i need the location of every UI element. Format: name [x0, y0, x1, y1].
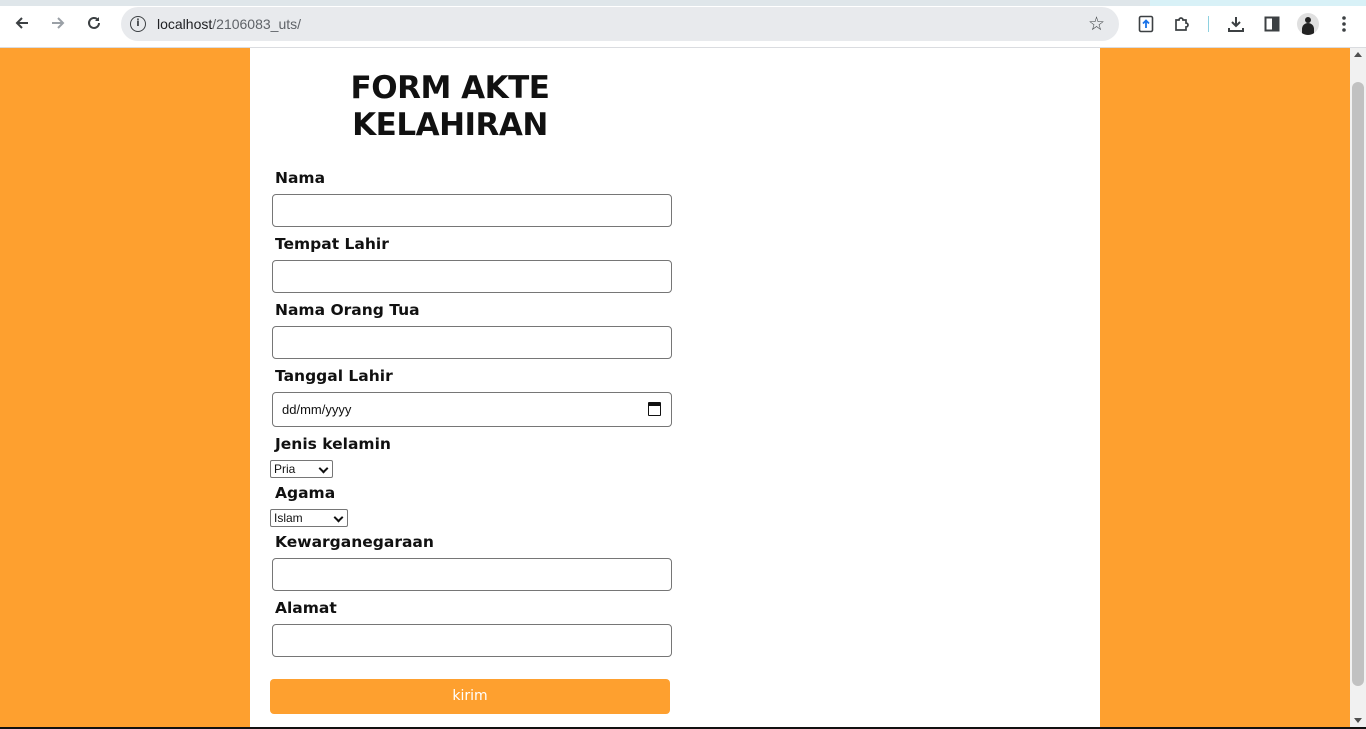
kewarganegaraan-input[interactable] [272, 558, 672, 591]
nama-orang-tua-input[interactable] [272, 326, 672, 359]
page-viewport: FORM AKTE KELAHIRAN Nama Tempat Lahir Na… [0, 48, 1350, 727]
url-host: localhost [157, 16, 213, 32]
chevron-down-icon [318, 463, 329, 474]
title-line-1: FORM AKTE [350, 70, 550, 106]
calendar-icon[interactable] [648, 402, 661, 416]
url-path: /2106083_uts/ [212, 16, 302, 32]
nama-label: Nama [275, 169, 326, 187]
toolbar-separator [1208, 16, 1209, 32]
jenis-kelamin-select[interactable]: Pria [270, 460, 333, 478]
avatar-icon[interactable] [1297, 13, 1319, 35]
vertical-scrollbar[interactable] [1350, 48, 1366, 727]
alamat-input[interactable] [272, 624, 672, 657]
tanggal-lahir-label: Tanggal Lahir [275, 367, 393, 385]
puzzle-icon[interactable] [1171, 13, 1193, 35]
address-bar[interactable]: i localhost/2106083_uts/ ☆ [121, 7, 1119, 41]
kewarganegaraan-label: Kewarganegaraan [275, 533, 434, 551]
tempat-lahir-input[interactable] [272, 260, 672, 293]
alamat-label: Alamat [275, 599, 337, 617]
back-button[interactable] [9, 11, 35, 37]
arrow-right-icon [50, 15, 66, 34]
title-line-2: KELAHIRAN [352, 107, 548, 143]
reload-button[interactable] [81, 11, 107, 37]
scroll-up-icon[interactable] [1354, 52, 1362, 57]
avatar-body [1302, 23, 1314, 35]
reload-icon [86, 15, 102, 34]
scrollbar-thumb[interactable] [1352, 82, 1364, 686]
star-icon[interactable]: ☆ [1088, 13, 1105, 35]
kirim-button[interactable]: kirim [270, 679, 670, 714]
forward-button[interactable] [45, 11, 71, 37]
tempat-lahir-label: Tempat Lahir [275, 235, 389, 253]
browser-toolbar: i localhost/2106083_uts/ ☆ [0, 0, 1366, 48]
arrow-left-icon [14, 15, 30, 34]
nama-input[interactable] [272, 194, 672, 227]
url-text[interactable]: localhost/2106083_uts/ [157, 15, 301, 33]
agama-select[interactable]: Islam [270, 509, 348, 527]
form-container: FORM AKTE KELAHIRAN Nama Tempat Lahir Na… [250, 48, 1100, 727]
kebab-menu-icon[interactable] [1333, 13, 1355, 35]
date-placeholder: dd/mm/yyyy [282, 402, 352, 417]
side-panel-icon[interactable] [1261, 13, 1283, 35]
page-title: FORM AKTE KELAHIRAN [270, 70, 630, 144]
tanggal-lahir-input[interactable]: dd/mm/yyyy [272, 392, 672, 427]
jenis-kelamin-label: Jenis kelamin [275, 435, 391, 453]
agama-label: Agama [275, 484, 336, 502]
tab-strip-accent [1150, 0, 1366, 6]
app-extension-icon[interactable] [1135, 13, 1157, 35]
download-icon[interactable] [1225, 13, 1247, 35]
scroll-down-icon[interactable] [1354, 718, 1362, 723]
jenis-kelamin-selected: Pria [274, 462, 296, 476]
nama-orang-tua-label: Nama Orang Tua [275, 301, 420, 319]
info-icon[interactable]: i [130, 16, 146, 32]
chevron-down-icon [333, 512, 344, 523]
agama-selected: Islam [274, 511, 303, 525]
